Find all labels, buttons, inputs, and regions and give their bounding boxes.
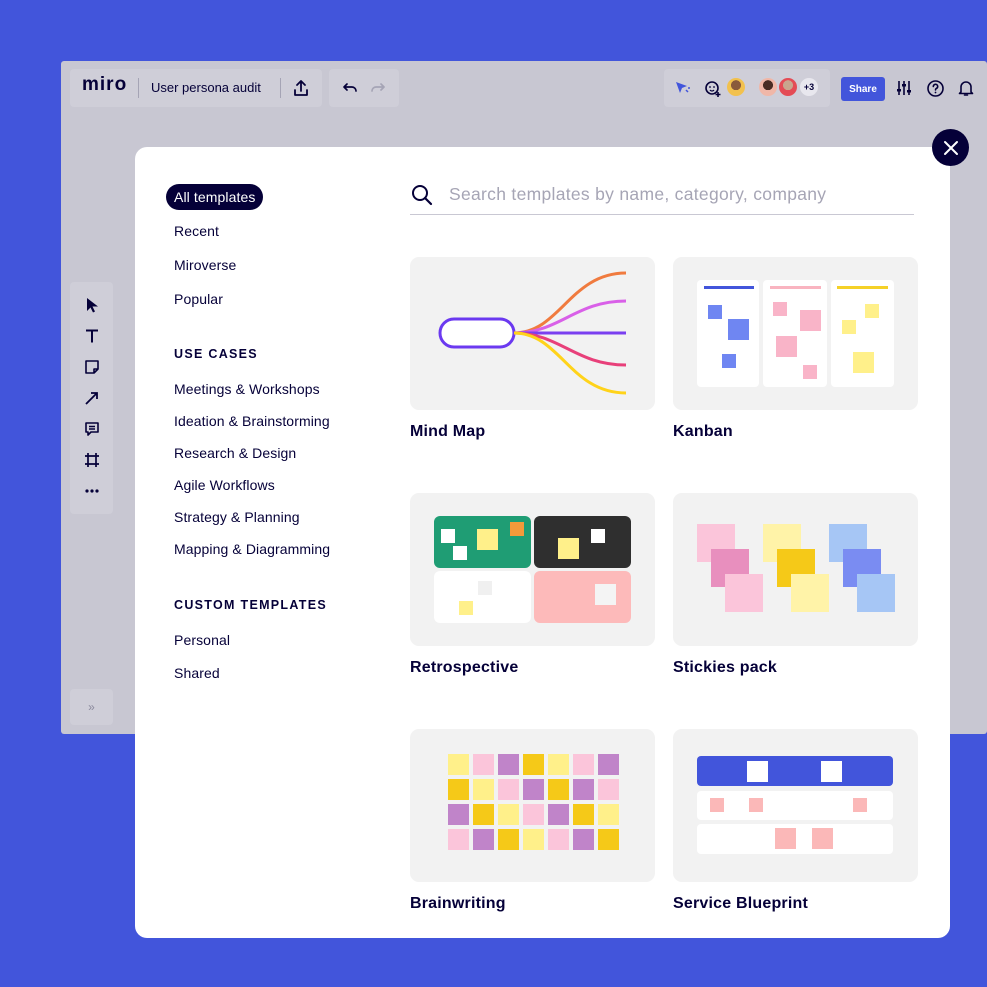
template-title: Retrospective	[410, 659, 519, 676]
history-controls	[329, 69, 399, 107]
nav-use-case[interactable]: Ideation & Brainstorming	[174, 413, 330, 429]
close-icon	[943, 140, 958, 155]
template-title: Mind Map	[410, 423, 486, 440]
nav-use-case[interactable]: Mapping & Diagramming	[174, 541, 330, 557]
redo-icon[interactable]	[369, 79, 387, 97]
undo-icon[interactable]	[341, 79, 359, 97]
nav-use-case[interactable]: Meetings & Workshops	[174, 381, 320, 397]
miro-logo[interactable]: miro	[82, 74, 127, 96]
select-tool-icon[interactable]	[83, 296, 101, 314]
avatar[interactable]	[777, 76, 799, 98]
nav-miroverse[interactable]: Miroverse	[174, 257, 236, 273]
connection-line-icon[interactable]	[83, 389, 101, 407]
nav-shared[interactable]: Shared	[174, 665, 220, 681]
template-picker-modal: All templates Recent Miroverse Popular U…	[135, 147, 950, 938]
more-collaborators-badge[interactable]: +3	[798, 76, 820, 98]
divider	[280, 78, 281, 98]
notifications-bell-icon[interactable]	[956, 78, 976, 98]
board-header: miro User persona audit	[70, 69, 322, 107]
template-thumbnail	[410, 257, 655, 410]
template-title: Brainwriting	[410, 895, 506, 912]
board-title[interactable]: User persona audit	[151, 80, 261, 95]
close-modal-button[interactable]	[932, 129, 969, 166]
nav-use-case[interactable]: Research & Design	[174, 445, 296, 461]
settings-sliders-icon[interactable]	[895, 79, 913, 97]
nav-use-case[interactable]: Strategy & Planning	[174, 509, 300, 525]
nav-recent[interactable]: Recent	[174, 223, 219, 239]
collaboration-bar: +3	[664, 69, 830, 107]
search-input[interactable]	[447, 179, 907, 209]
text-tool-icon[interactable]	[83, 327, 101, 345]
use-cases-heading: USE CASES	[174, 347, 258, 361]
add-reaction-icon[interactable]	[703, 78, 723, 98]
share-button[interactable]: Share	[841, 77, 885, 101]
avatar[interactable]	[725, 76, 747, 98]
template-thumbnail	[673, 729, 918, 882]
template-thumbnail	[410, 493, 655, 646]
template-thumbnail	[673, 493, 918, 646]
avatar[interactable]	[757, 76, 779, 98]
nav-all-templates[interactable]: All templates	[166, 184, 264, 210]
nav-personal[interactable]: Personal	[174, 632, 230, 648]
help-icon[interactable]	[925, 78, 945, 98]
template-thumbnail	[673, 257, 918, 410]
divider	[138, 78, 139, 98]
template-search	[410, 179, 914, 215]
tools-panel	[70, 282, 113, 514]
header-actions: Share	[837, 69, 979, 107]
nav-use-case[interactable]: Agile Workflows	[174, 477, 275, 493]
comment-tool-icon[interactable]	[83, 420, 101, 438]
export-icon[interactable]	[291, 78, 311, 98]
more-tools-icon[interactable]	[83, 482, 101, 500]
nav-popular[interactable]: Popular	[174, 291, 223, 307]
template-title: Kanban	[673, 423, 733, 440]
expand-panel-button[interactable]: »	[70, 689, 113, 725]
template-title: Stickies pack	[673, 659, 777, 676]
custom-templates-heading: CUSTOM TEMPLATES	[174, 598, 327, 612]
chevrons-right-icon: »	[88, 700, 95, 714]
frame-tool-icon[interactable]	[83, 451, 101, 469]
cursor-follow-icon[interactable]	[673, 79, 691, 97]
template-title: Service Blueprint	[673, 895, 809, 912]
sticky-note-tool-icon[interactable]	[83, 358, 101, 376]
search-icon	[410, 183, 434, 207]
template-thumbnail	[410, 729, 655, 882]
